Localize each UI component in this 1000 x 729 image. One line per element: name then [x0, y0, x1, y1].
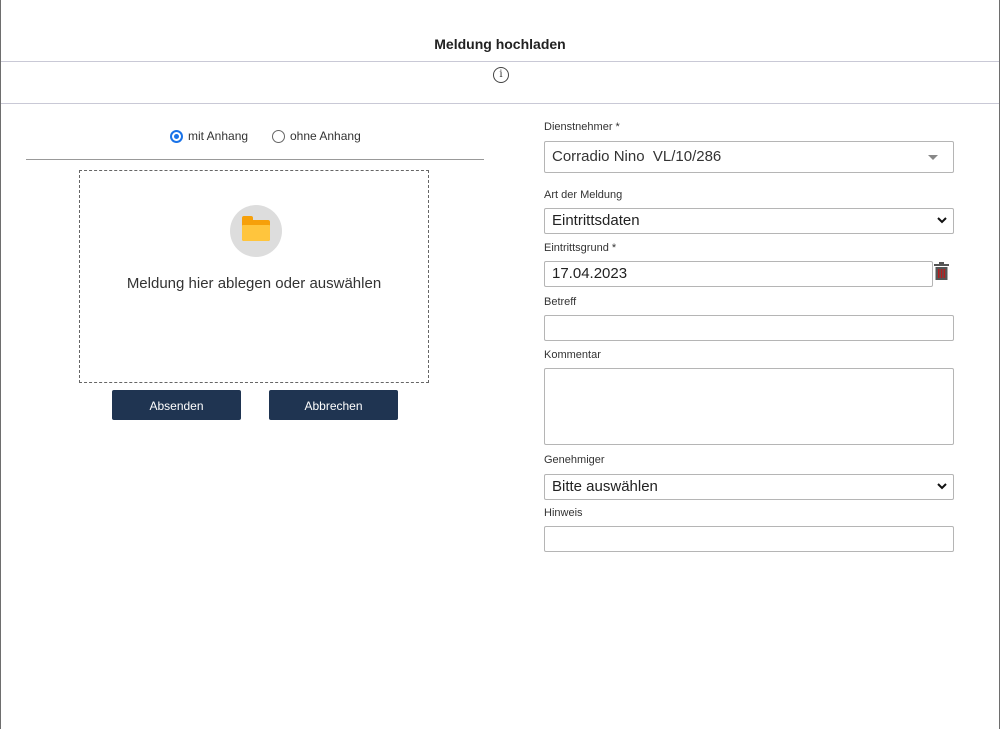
divider: [26, 159, 484, 160]
entry-reason-field[interactable]: 17.04.2023: [544, 261, 933, 287]
dialog-title: Meldung hochladen: [434, 36, 566, 52]
subject-label: Betreff: [544, 296, 577, 308]
radio-dot-unchecked[interactable]: [272, 129, 285, 143]
file-dropzone[interactable]: Meldung hier ablegen oder auswählen: [79, 170, 429, 383]
employee-combobox[interactable]: Corradio Nino VL/10/286: [544, 141, 954, 173]
comment-textarea[interactable]: [544, 368, 954, 445]
subject-input[interactable]: [544, 315, 954, 341]
folder-icon: [230, 205, 282, 257]
comment-label: Kommentar: [544, 349, 601, 361]
radio-with-attachment[interactable]: mit Anhang: [170, 129, 248, 143]
employee-label: Dienstnehmer *: [544, 121, 620, 133]
info-icon[interactable]: i: [493, 67, 509, 83]
chevron-down-icon: [937, 483, 947, 490]
report-type-label: Art der Meldung: [544, 189, 623, 201]
report-type-select[interactable]: Eintrittsdaten: [544, 208, 954, 234]
radio-with-attachment-label: mit Anhang: [188, 129, 249, 143]
radio-without-attachment-label: ohne Anhang: [290, 129, 361, 143]
report-type-value: Eintrittsdaten: [552, 212, 640, 229]
entry-reason-label: Eintrittsgrund *: [544, 242, 617, 254]
approver-select[interactable]: Bitte auswählen: [544, 474, 954, 500]
approver-value: Bitte auswählen: [552, 478, 658, 495]
employee-value: Corradio Nino VL/10/286: [552, 148, 722, 165]
chevron-down-icon: [937, 217, 947, 224]
info-bar: i: [1, 62, 999, 104]
entry-reason-value: 17.04.2023: [552, 265, 628, 282]
dialog-header: Meldung hochladen: [1, 0, 999, 62]
radio-without-attachment[interactable]: ohne Anhang: [272, 129, 361, 143]
note-input[interactable]: [544, 526, 954, 552]
dropzone-text: Meldung hier ablegen oder auswählen: [126, 275, 382, 292]
submit-button[interactable]: Absenden: [112, 390, 241, 420]
cancel-button[interactable]: Abbrechen: [269, 390, 398, 420]
note-label: Hinweis: [544, 507, 583, 519]
radio-dot-checked[interactable]: [170, 129, 183, 143]
caret-down-icon: [928, 155, 938, 160]
approver-label: Genehmiger: [544, 454, 605, 466]
trash-icon[interactable]: [934, 262, 949, 280]
